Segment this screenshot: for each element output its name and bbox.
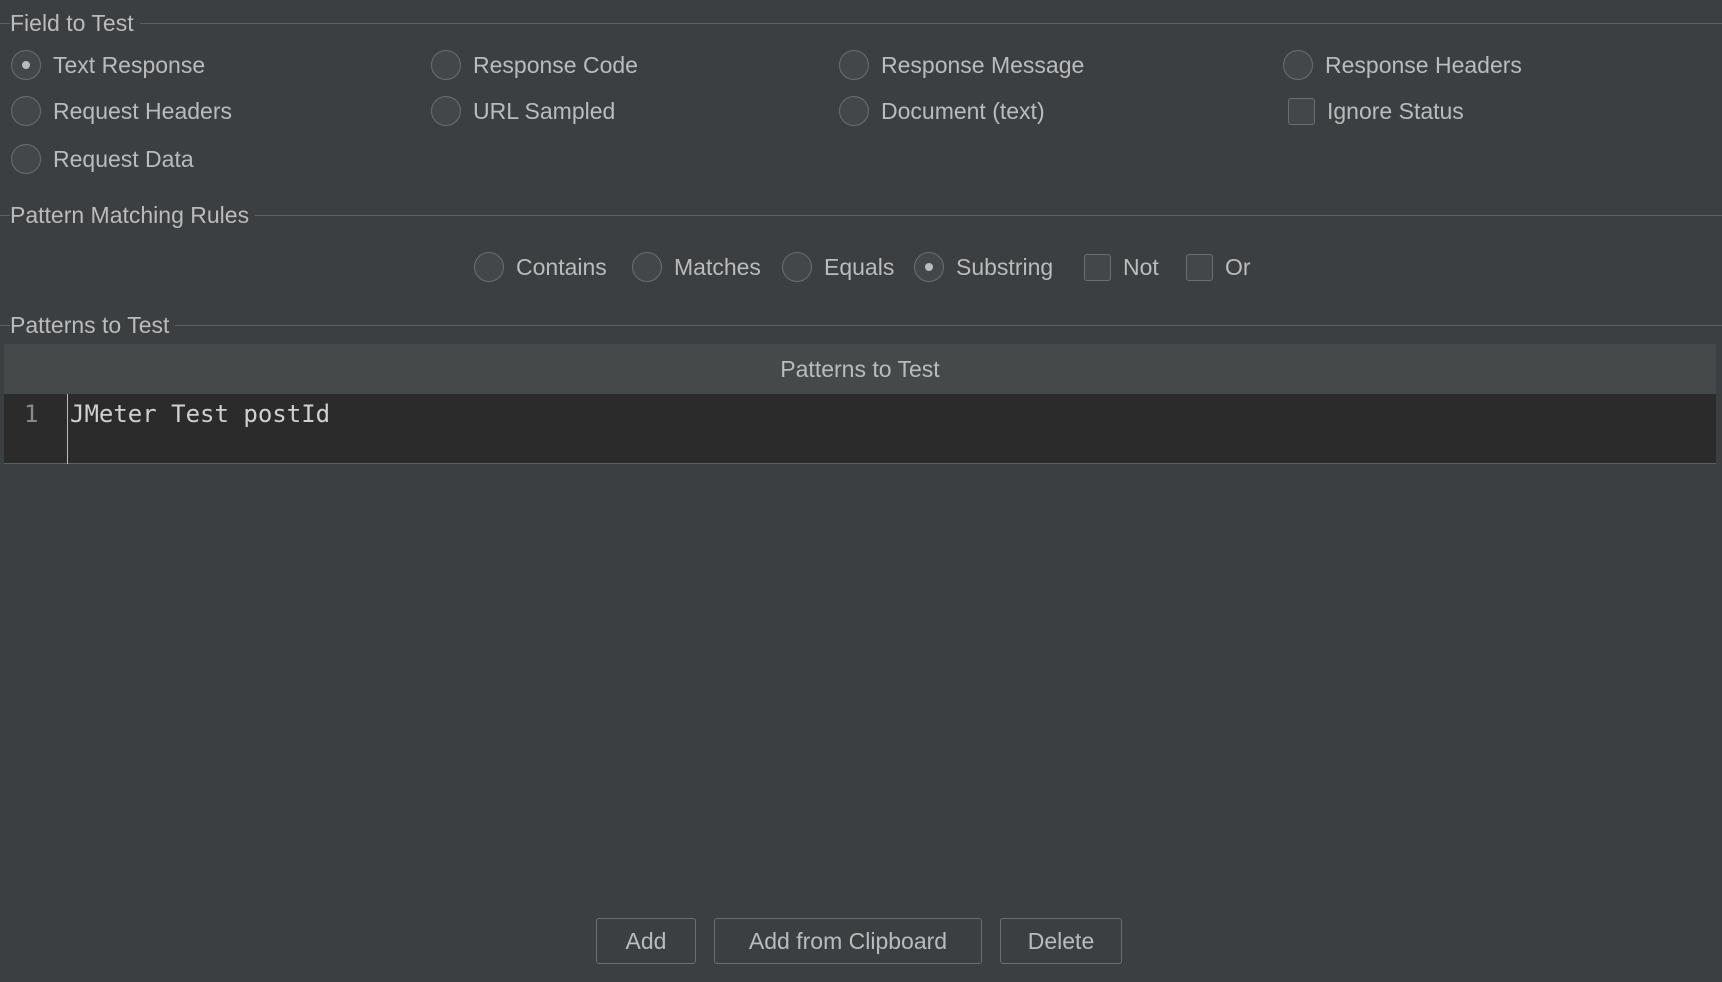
radio-request-headers[interactable]: Request Headers bbox=[11, 95, 232, 127]
radio-document-text[interactable]: Document (text) bbox=[839, 95, 1045, 127]
field-to-test-separator bbox=[0, 23, 1722, 24]
radio-label: Substring bbox=[956, 253, 1054, 280]
radio-matches[interactable]: Matches bbox=[632, 251, 761, 283]
checkbox-indicator[interactable] bbox=[1186, 253, 1213, 281]
radio-indicator[interactable] bbox=[474, 252, 504, 282]
patterns-column-header: Patterns to Test bbox=[780, 355, 940, 382]
radio-response-message[interactable]: Response Message bbox=[839, 49, 1084, 81]
line-number-gutter: 1 bbox=[4, 394, 68, 464]
checkbox-indicator[interactable] bbox=[1288, 97, 1315, 125]
pattern-matching-rules-title: Pattern Matching Rules bbox=[10, 201, 256, 229]
patterns-to-test-separator bbox=[0, 325, 1722, 326]
patterns-table[interactable]: 1 JMeter Test postId bbox=[4, 394, 1716, 464]
radio-label: URL Sampled bbox=[473, 97, 616, 124]
checkbox-not[interactable]: Not bbox=[1084, 251, 1159, 283]
checkbox-label: Or bbox=[1225, 253, 1251, 280]
radio-label: Contains bbox=[516, 253, 607, 280]
patterns-table-header[interactable]: Patterns to Test bbox=[4, 344, 1716, 394]
radio-substring[interactable]: Substring bbox=[914, 251, 1053, 283]
radio-text-response[interactable]: Text Response bbox=[11, 49, 205, 81]
delete-button[interactable]: Delete bbox=[1000, 918, 1122, 964]
radio-response-headers[interactable]: Response Headers bbox=[1283, 49, 1522, 81]
add-button[interactable]: Add bbox=[596, 918, 696, 964]
radio-indicator-selected[interactable] bbox=[11, 50, 41, 80]
radio-indicator[interactable] bbox=[839, 50, 869, 80]
radio-label: Response Code bbox=[473, 51, 638, 78]
radio-label: Response Headers bbox=[1325, 51, 1522, 78]
radio-indicator[interactable] bbox=[1283, 50, 1313, 80]
radio-indicator-selected[interactable] bbox=[914, 252, 944, 282]
radio-contains[interactable]: Contains bbox=[474, 251, 607, 283]
radio-label: Response Message bbox=[881, 51, 1085, 78]
radio-label: Document (text) bbox=[881, 97, 1045, 124]
radio-indicator[interactable] bbox=[11, 96, 41, 126]
checkbox-ignore-status[interactable]: Ignore Status bbox=[1288, 95, 1464, 127]
radio-indicator[interactable] bbox=[782, 252, 812, 282]
patterns-to-test-title: Patterns to Test bbox=[10, 311, 176, 339]
checkbox-label: Ignore Status bbox=[1327, 97, 1464, 124]
radio-response-code[interactable]: Response Code bbox=[431, 49, 638, 81]
checkbox-indicator[interactable] bbox=[1084, 253, 1111, 281]
radio-indicator[interactable] bbox=[431, 50, 461, 80]
radio-indicator[interactable] bbox=[632, 252, 662, 282]
field-to-test-title: Field to Test bbox=[10, 9, 140, 37]
radio-indicator[interactable] bbox=[839, 96, 869, 126]
checkbox-or[interactable]: Or bbox=[1186, 251, 1251, 283]
pattern-cell-editor[interactable]: JMeter Test postId bbox=[70, 400, 330, 428]
radio-label: Request Headers bbox=[53, 97, 232, 124]
line-number: 1 bbox=[24, 400, 39, 428]
radio-url-sampled[interactable]: URL Sampled bbox=[431, 95, 615, 127]
checkbox-label: Not bbox=[1123, 253, 1159, 280]
radio-indicator[interactable] bbox=[431, 96, 461, 126]
radio-label: Equals bbox=[824, 253, 895, 280]
radio-indicator[interactable] bbox=[11, 144, 41, 174]
radio-label: Matches bbox=[674, 253, 761, 280]
add-from-clipboard-button[interactable]: Add from Clipboard bbox=[714, 918, 982, 964]
radio-equals[interactable]: Equals bbox=[782, 251, 894, 283]
pattern-matching-rules-separator bbox=[0, 215, 1722, 216]
radio-request-data[interactable]: Request Data bbox=[11, 143, 194, 175]
radio-label: Text Response bbox=[53, 51, 206, 78]
radio-label: Request Data bbox=[53, 145, 194, 172]
